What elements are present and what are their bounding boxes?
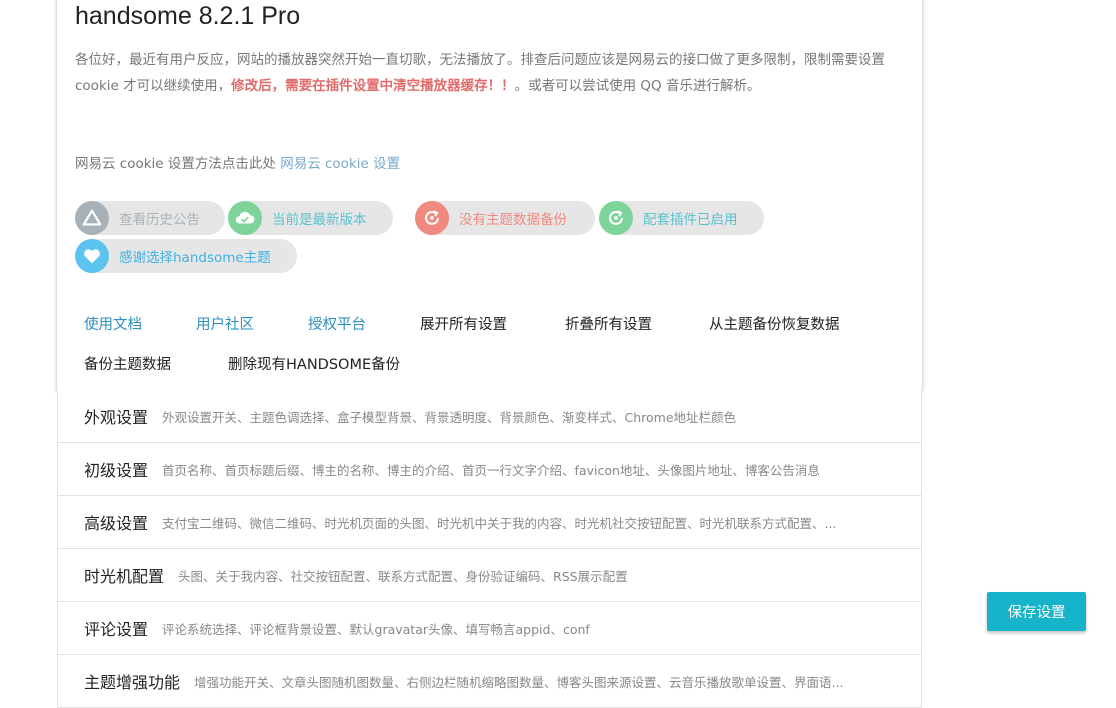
section-description: 头图、关于我内容、社交按钮配置、联系方式配置、身份验证编码、RSS展示配置 — [178, 568, 628, 584]
section-description: 外观设置开关、主题色调选择、盒子模型背景、背景透明度、背景颜色、渐变样式、Chr… — [162, 409, 737, 425]
warning-triangle-icon — [75, 201, 109, 235]
cloud-check-icon — [228, 201, 262, 235]
no-backup-badge[interactable]: 没有主题数据备份 — [415, 201, 595, 235]
section-description: 首页名称、首页标题后缀、博主的名称、博主的介绍、首页一行文字介绍、favicon… — [162, 462, 820, 478]
restore-backup-button[interactable]: 从主题备份恢复数据 — [709, 313, 840, 334]
save-settings-button[interactable]: 保存设置 — [987, 592, 1086, 631]
history-notice-label: 查看历史公告 — [119, 212, 200, 228]
cookie-hint-text: 网易云 cookie 设置方法点击此处 — [75, 156, 281, 172]
section-title: 时光机配置 — [84, 567, 165, 586]
no-backup-label: 没有主题数据备份 — [459, 212, 567, 228]
delete-backup-button[interactable]: 删除现有HANDSOME备份 — [228, 353, 400, 374]
section-title: 高级设置 — [84, 514, 149, 533]
section-description: 评论系统选择、评论框背景设置、默认gravatar头像、填写畅言appid、co… — [162, 621, 590, 637]
section-title: 初级设置 — [84, 461, 149, 480]
section-title: 外观设置 — [84, 408, 149, 427]
collapse-all-button[interactable]: 折叠所有设置 — [565, 313, 652, 334]
backup-button[interactable]: 备份主题数据 — [84, 353, 171, 374]
latest-version-label: 当前是最新版本 — [272, 212, 367, 228]
section-title: 评论设置 — [84, 620, 149, 639]
page-title: handsome 8.2.1 Pro — [75, 2, 301, 30]
plugin-enabled-badge[interactable]: 配套插件已启用 — [599, 201, 764, 235]
section-comments[interactable]: 评论设置 评论系统选择、评论框背景设置、默认gravatar头像、填写畅言app… — [57, 602, 922, 655]
docs-link[interactable]: 使用文档 — [84, 313, 142, 334]
license-link[interactable]: 授权平台 — [308, 313, 366, 334]
notice-text: 各位好，最近有用户反应，网站的播放器突然开始一直切歌，无法播放了。排查后问题应该… — [75, 47, 917, 99]
expand-all-button[interactable]: 展开所有设置 — [420, 313, 507, 334]
section-basic[interactable]: 初级设置 首页名称、首页标题后缀、博主的名称、博主的介绍、首页一行文字介绍、fa… — [57, 443, 922, 496]
cookie-hint: 网易云 cookie 设置方法点击此处 网易云 cookie 设置 — [75, 152, 400, 172]
plugin-enabled-label: 配套插件已启用 — [643, 212, 738, 228]
section-advanced[interactable]: 高级设置 支付宝二维码、微信二维码、时光机页面的头图、时光机中关于我的内容、时光… — [57, 496, 922, 549]
thanks-badge[interactable]: 感谢选择handsome主题 — [75, 239, 297, 273]
community-link[interactable]: 用户社区 — [196, 313, 254, 334]
notice-part2: 。或者可以尝试使用 QQ 音乐进行解析。 — [514, 78, 761, 94]
history-notice-badge[interactable]: 查看历史公告 — [75, 201, 225, 235]
refresh-icon — [599, 201, 633, 235]
cookie-settings-link[interactable]: 网易云 cookie 设置 — [280, 156, 400, 172]
section-description: 增强功能开关、文章头图随机图数量、右侧边栏随机缩略图数量、博客头图来源设置、云音… — [194, 674, 844, 690]
section-description: 支付宝二维码、微信二维码、时光机页面的头图、时光机中关于我的内容、时光机社交按钮… — [162, 515, 837, 531]
backup-refresh-icon — [415, 201, 449, 235]
section-enhancements[interactable]: 主题增强功能 增强功能开关、文章头图随机图数量、右侧边栏随机缩略图数量、博客头图… — [57, 655, 922, 708]
latest-version-badge[interactable]: 当前是最新版本 — [228, 201, 393, 235]
heart-icon — [75, 239, 109, 273]
notice-warning: 修改后，需要在插件设置中清空播放器缓存！！ — [231, 78, 515, 94]
section-title: 主题增强功能 — [84, 673, 181, 692]
thanks-label: 感谢选择handsome主题 — [119, 250, 271, 266]
section-appearance[interactable]: 外观设置 外观设置开关、主题色调选择、盒子模型背景、背景透明度、背景颜色、渐变样… — [57, 390, 922, 443]
section-timemachine[interactable]: 时光机配置 头图、关于我内容、社交按钮配置、联系方式配置、身份验证编码、RSS展… — [57, 549, 922, 602]
settings-sections: 外观设置 外观设置开关、主题色调选择、盒子模型背景、背景透明度、背景颜色、渐变样… — [57, 390, 922, 708]
